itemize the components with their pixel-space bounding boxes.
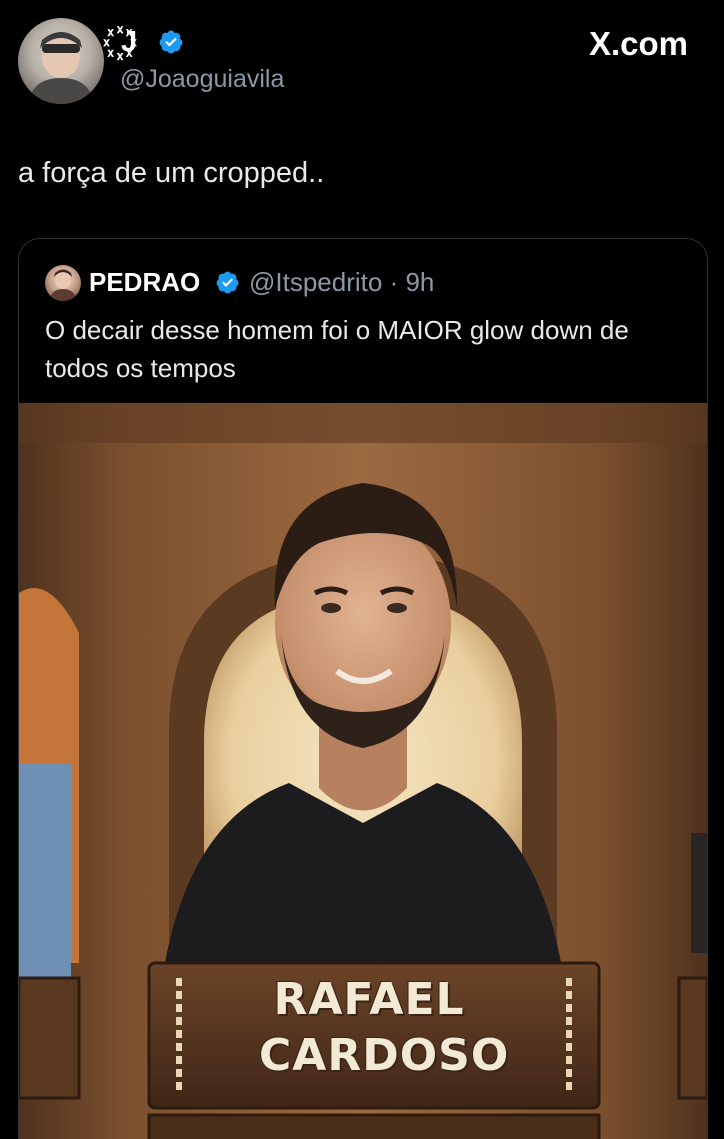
quoted-handle-time[interactable]: @Itspedrito · 9h xyxy=(249,266,434,298)
quoted-avatar-image xyxy=(49,269,77,301)
author-avatar[interactable] xyxy=(18,18,104,104)
quoted-tweet-card[interactable]: PEDRAO @Itspedrito · 9h O decair desse h… xyxy=(18,238,708,1139)
author-avatar-image xyxy=(28,32,94,104)
nameplate-last-name: CARDOSO xyxy=(259,1030,510,1081)
author-handle[interactable]: @Joaoguiavila xyxy=(120,64,284,94)
author-display-name[interactable]: ꙰J xyxy=(120,26,138,58)
verified-badge-icon xyxy=(159,30,183,54)
quoted-author-avatar[interactable] xyxy=(45,265,81,301)
nameplate-first-name: RAFAEL xyxy=(273,974,465,1025)
photo-illustration xyxy=(19,403,707,1139)
quoted-author-name[interactable]: PEDRAO xyxy=(89,266,200,298)
quoted-tweet-photo[interactable]: RAFAEL CARDOSO xyxy=(19,403,707,1139)
quoted-tweet-text: O decair desse homem foi o MAIOR glow do… xyxy=(45,315,629,383)
tweet-text: a força de um cropped.. xyxy=(18,157,325,189)
screenshot-page: ꙰J @Joaoguiavila X.com a força de um cro… xyxy=(0,0,724,1139)
x-brand-label: X.com xyxy=(588,25,688,62)
quoted-verified-badge-icon xyxy=(216,271,239,294)
